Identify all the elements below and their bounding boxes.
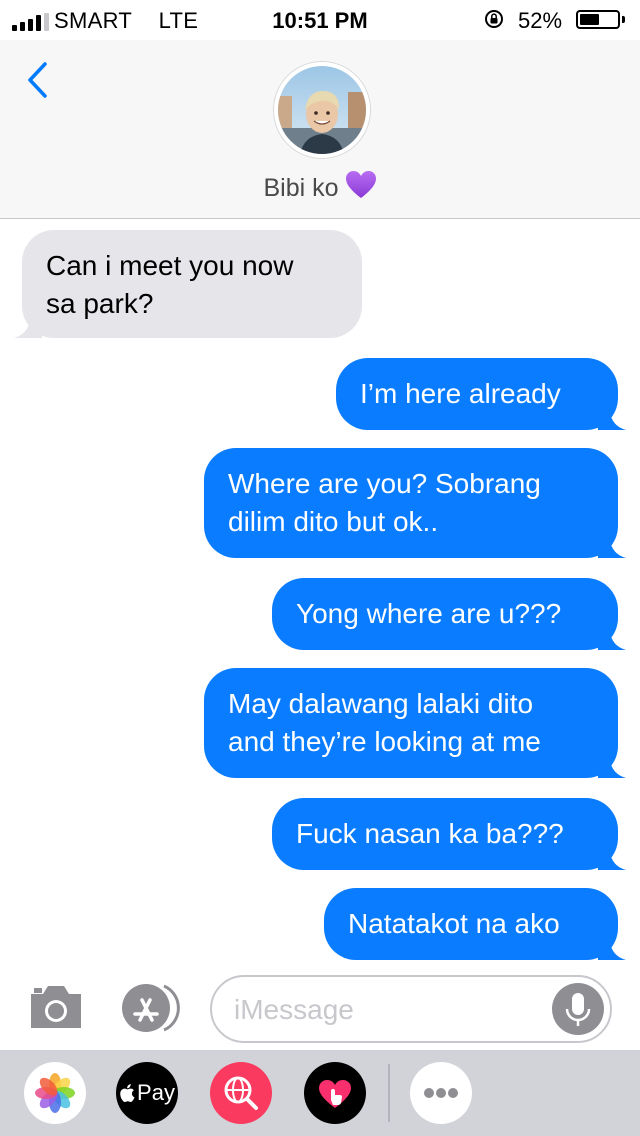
message-bubble-sent[interactable]: Natatakot na ako bbox=[324, 888, 626, 960]
message-text-line: and they’re looking at me bbox=[228, 726, 541, 757]
apple-logo-icon bbox=[120, 1084, 135, 1103]
contact-photo bbox=[278, 66, 366, 154]
message-text-line: Where are you? Sobrang bbox=[228, 468, 541, 499]
drawer-divider bbox=[388, 1064, 390, 1122]
message-text-line: May dalawang lalaki dito bbox=[228, 688, 534, 719]
apple-pay-icon: Pay bbox=[116, 1062, 178, 1124]
apple-pay-label: Pay bbox=[137, 1080, 175, 1105]
message-text-line: Can i meet you now bbox=[46, 250, 294, 281]
app-drawer: Pay bbox=[0, 1050, 640, 1136]
contact-name: Bibi ko bbox=[263, 174, 339, 202]
message-bubble-sent[interactable]: Fuck nasan ka ba??? bbox=[272, 798, 626, 870]
microphone-icon bbox=[565, 993, 591, 1026]
apple-pay-button[interactable]: Pay bbox=[116, 1062, 178, 1124]
more-apps-button[interactable] bbox=[410, 1062, 472, 1124]
bubble-tail bbox=[598, 622, 626, 650]
camera-button[interactable] bbox=[28, 982, 84, 1032]
message-text-line: sa park? bbox=[46, 288, 154, 319]
message-bubble-sent[interactable]: Yong where are u??? bbox=[272, 578, 626, 650]
more-icon bbox=[424, 1088, 458, 1098]
photos-app-button[interactable] bbox=[24, 1062, 86, 1124]
camera-icon bbox=[31, 986, 81, 1028]
message-text-line: I’m here already bbox=[360, 378, 561, 409]
photos-icon bbox=[35, 1073, 75, 1113]
app-store-icon bbox=[122, 984, 180, 1032]
battery-icon bbox=[576, 10, 620, 29]
message-bubble-received[interactable]: Can i meet you now sa park? bbox=[14, 230, 362, 338]
bubble-tail bbox=[598, 932, 626, 960]
message-text-line: Fuck nasan ka ba??? bbox=[296, 818, 564, 849]
contact-name-row[interactable]: Bibi ko bbox=[0, 170, 640, 203]
bubble-tail bbox=[598, 402, 626, 430]
message-text-line: Yong where are u??? bbox=[296, 598, 562, 629]
bubble-tail bbox=[598, 842, 626, 870]
digital-touch-app-button[interactable] bbox=[304, 1062, 366, 1124]
battery-level-fill bbox=[580, 14, 599, 25]
message-bubble-sent[interactable]: Where are you? Sobrang dilim dito but ok… bbox=[204, 448, 626, 558]
message-bubble-sent[interactable]: May dalawang lalaki dito and they’re loo… bbox=[204, 668, 626, 778]
message-text-line: Natatakot na ako bbox=[348, 908, 560, 939]
purple-heart-icon bbox=[345, 171, 376, 198]
web-search-app-button[interactable] bbox=[210, 1062, 272, 1124]
microphone-button[interactable] bbox=[552, 983, 604, 1035]
back-button[interactable] bbox=[20, 60, 60, 100]
imessage-input[interactable] bbox=[232, 991, 556, 1029]
battery-percent: 52% bbox=[518, 8, 563, 33]
battery-tip bbox=[622, 16, 625, 23]
rotation-lock-icon bbox=[485, 10, 503, 28]
message-text-line: dilim dito but ok.. bbox=[228, 506, 439, 537]
contact-avatar[interactable] bbox=[274, 62, 370, 158]
message-bubble-sent[interactable]: I’m here already bbox=[336, 358, 626, 430]
conversation-header: Bibi ko bbox=[0, 40, 640, 219]
digital-touch-icon bbox=[319, 1080, 351, 1108]
status-bar: SMART LTE 10:51 PM 52% bbox=[0, 0, 640, 40]
bubble-tail bbox=[14, 310, 42, 338]
bubble-tail bbox=[598, 530, 626, 558]
bubble-tail bbox=[598, 750, 626, 778]
web-search-icon bbox=[224, 1076, 258, 1110]
chevron-left-icon bbox=[28, 62, 47, 98]
app-store-button[interactable] bbox=[120, 982, 182, 1034]
message-input-field[interactable] bbox=[210, 975, 612, 1043]
